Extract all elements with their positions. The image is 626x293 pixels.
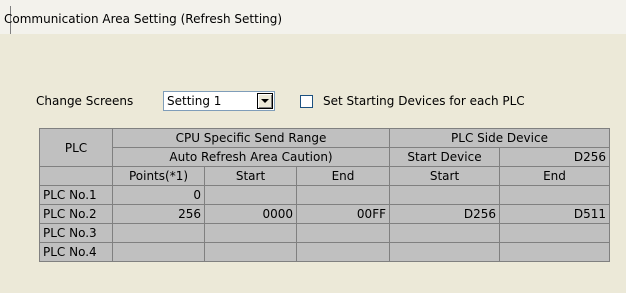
change-screens-select[interactable]: Setting 1	[163, 91, 275, 111]
points-cell	[112, 223, 205, 243]
set-starting-devices-checkbox[interactable]	[300, 95, 313, 108]
change-screens-value: Setting 1	[167, 94, 222, 108]
end-cell	[296, 242, 390, 262]
header-cpu-specific-send-range: CPU Specific Send Range	[112, 128, 390, 148]
start-cell	[204, 185, 297, 205]
start-cell	[204, 242, 297, 262]
header-plc: PLC	[39, 128, 113, 167]
device-end-cell	[499, 242, 610, 262]
points-cell[interactable]: 0	[112, 185, 205, 205]
table-row: PLC No.1 0	[39, 185, 610, 205]
chevron-down-icon[interactable]	[257, 93, 273, 109]
tab-communication-area-setting[interactable]: Communication Area Setting (Refresh Sett…	[4, 6, 282, 34]
header-start-device: Start Device	[389, 147, 500, 167]
points-cell[interactable]: 256	[112, 204, 205, 224]
set-starting-devices-label: Set Starting Devices for each PLC	[323, 94, 525, 108]
device-start-cell	[389, 223, 500, 243]
table-row: PLC No.3	[39, 223, 610, 243]
device-start-cell	[389, 185, 500, 205]
start-device-input[interactable]: D256	[499, 147, 610, 167]
header-end: End	[296, 166, 390, 186]
refresh-setting-table: PLC CPU Specific Send Range PLC Side Dev…	[39, 128, 610, 262]
table-row: PLC No.4	[39, 242, 610, 262]
tab-label: Communication Area Setting (Refresh Sett…	[4, 12, 283, 26]
device-start-cell	[389, 242, 500, 262]
row-label: PLC No.4	[39, 242, 113, 262]
device-end-cell: D511	[499, 204, 610, 224]
row-label: PLC No.3	[39, 223, 113, 243]
end-cell	[296, 223, 390, 243]
end-cell: 00FF	[296, 204, 390, 224]
header-auto-refresh-area: Auto Refresh Area Caution)	[112, 147, 390, 167]
header-start: Start	[204, 166, 297, 186]
start-cell: 0000	[204, 204, 297, 224]
change-screens-label: Change Screens	[36, 94, 134, 108]
device-end-cell	[499, 223, 610, 243]
end-cell	[296, 185, 390, 205]
header-device-end: End	[499, 166, 610, 186]
table-row: PLC No.2 256 0000 00FF D256 D511	[39, 204, 610, 224]
points-cell	[112, 242, 205, 262]
header-points: Points(*1)	[112, 166, 205, 186]
device-end-cell	[499, 185, 610, 205]
row-label: PLC No.1	[39, 185, 113, 205]
tab-bar: Communication Area Setting (Refresh Sett…	[0, 0, 626, 34]
start-cell	[204, 223, 297, 243]
row-label: PLC No.2	[39, 204, 113, 224]
header-device-start: Start	[389, 166, 500, 186]
header-blank	[39, 166, 113, 186]
header-plc-side-device: PLC Side Device	[389, 128, 610, 148]
device-start-cell: D256	[389, 204, 500, 224]
